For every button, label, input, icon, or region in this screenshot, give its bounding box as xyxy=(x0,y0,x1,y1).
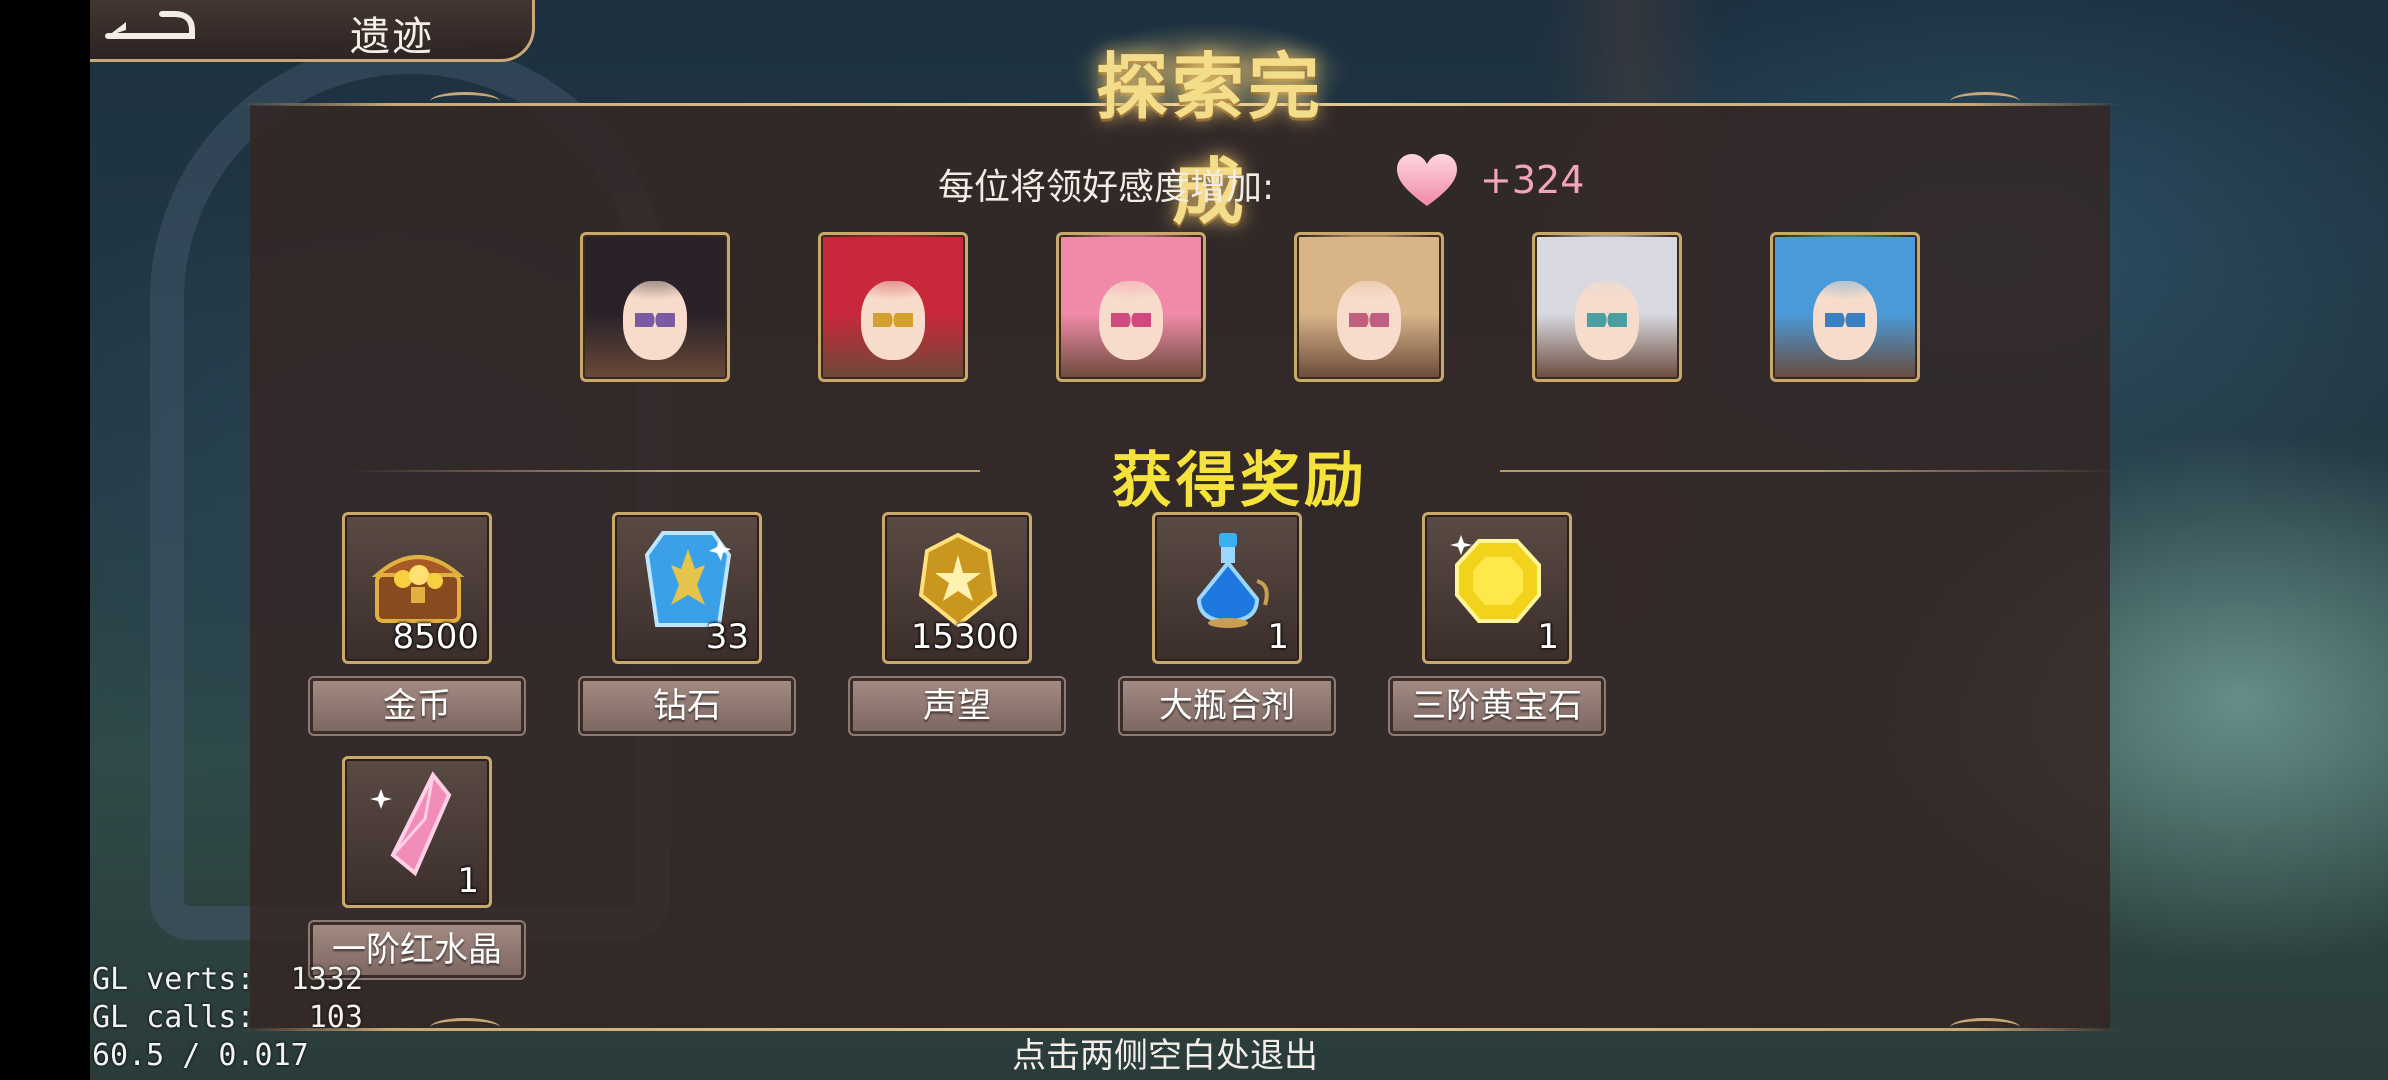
portrait-hair xyxy=(583,235,727,322)
portrait-2[interactable] xyxy=(818,232,968,382)
reward-label-potion: 大瓶合剂 xyxy=(1118,676,1336,736)
ornament-bottom-right xyxy=(1950,1018,2020,1037)
divider-right xyxy=(1500,470,2120,472)
debug-fps: 60.5 / 0.017 xyxy=(92,1038,309,1073)
reward-label-gold: 金币 xyxy=(308,676,526,736)
reward-count: 1 xyxy=(457,861,479,901)
portrait-6[interactable] xyxy=(1770,232,1920,382)
reward-count: 1 xyxy=(1537,617,1559,657)
heart-icon xyxy=(1397,154,1457,206)
portrait-3[interactable] xyxy=(1056,232,1206,382)
reward-count: 15300 xyxy=(910,617,1019,657)
reward-item-potion[interactable]: 1 xyxy=(1152,512,1302,664)
portrait-4[interactable] xyxy=(1294,232,1444,382)
affinity-label: 每位将领好感度增加: xyxy=(938,167,1275,208)
rewards-title: 获得奖励 xyxy=(1112,446,1368,516)
reward-label-diamond: 钻石 xyxy=(578,676,796,736)
portrait-hair xyxy=(821,235,965,322)
ornament-bottom-left xyxy=(430,1018,500,1037)
affinity-value: +324 xyxy=(1480,158,1585,202)
reward-item-red-crystal[interactable]: 1 xyxy=(342,756,492,908)
reward-item-yellow-gem[interactable]: 1 xyxy=(1422,512,1572,664)
reward-item-diamond[interactable]: 33 xyxy=(612,512,762,664)
portrait-hair xyxy=(1773,235,1917,322)
portrait-hair xyxy=(1059,235,1203,322)
portrait-5[interactable] xyxy=(1532,232,1682,382)
debug-gl-verts: GL verts: 1332 xyxy=(92,962,363,997)
ornament-right xyxy=(1950,92,2020,111)
exit-hint: 点击两侧空白处退出 xyxy=(1012,1036,1318,1076)
reward-count: 33 xyxy=(705,617,749,657)
back-button[interactable] xyxy=(100,6,200,52)
divider-left xyxy=(350,470,980,472)
portrait-hair xyxy=(1297,235,1441,322)
location-title: 遗迹 xyxy=(350,14,434,60)
reward-count: 1 xyxy=(1267,617,1289,657)
portrait-1[interactable] xyxy=(580,232,730,382)
portrait-hair xyxy=(1535,235,1679,322)
debug-gl-calls: GL calls: 103 xyxy=(92,1000,363,1035)
reward-count: 8500 xyxy=(392,617,479,657)
reward-label-prestige: 声望 xyxy=(848,676,1066,736)
back-arrow-icon xyxy=(105,11,195,39)
reward-item-prestige[interactable]: 15300 xyxy=(882,512,1032,664)
reward-label-yellow-gem: 三阶黄宝石 xyxy=(1388,676,1606,736)
reward-item-gold[interactable]: 8500 xyxy=(342,512,492,664)
ornament-left xyxy=(430,92,500,111)
